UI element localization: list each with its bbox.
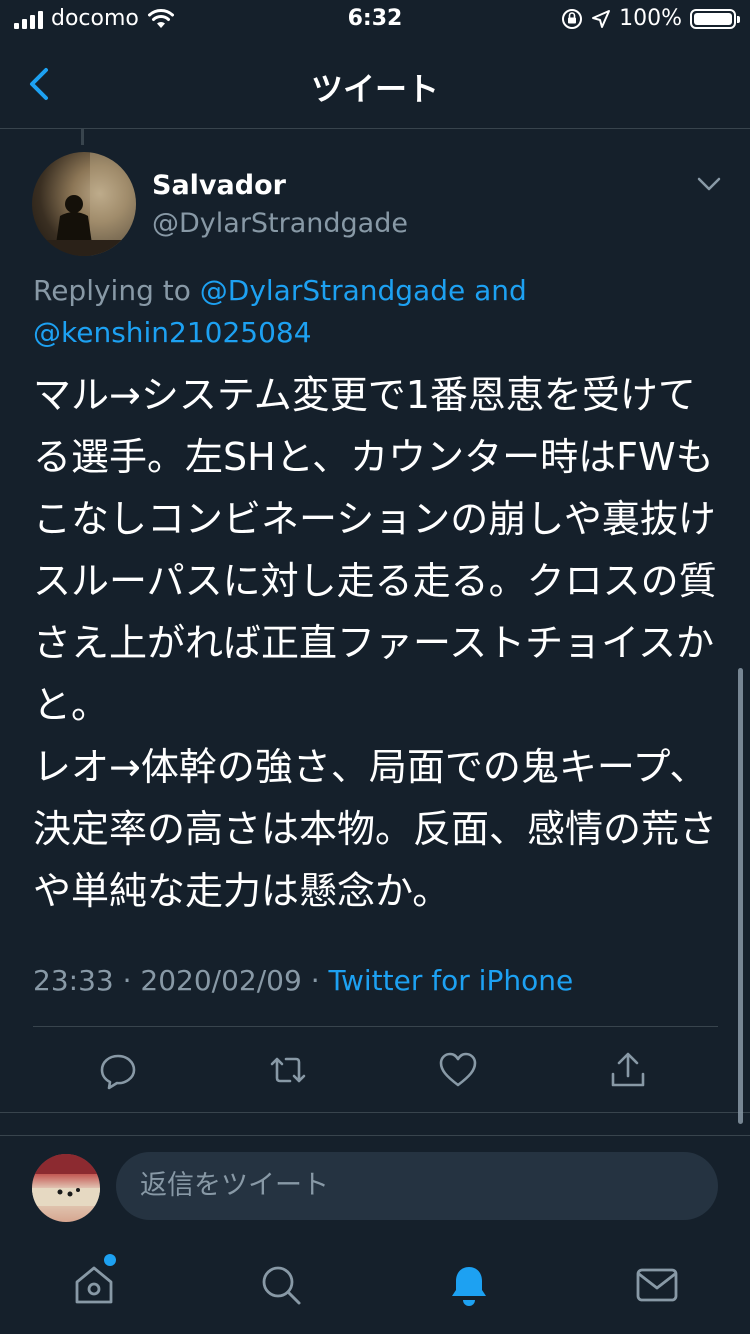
navigation-bar: ツイート bbox=[0, 40, 750, 129]
notification-dot bbox=[104, 1254, 116, 1266]
tweet-time: 23:33 bbox=[33, 964, 114, 997]
replying-to: Replying to @DylarStrandgade and @kenshi… bbox=[33, 270, 723, 354]
meta-separator: · bbox=[310, 964, 320, 997]
home-icon[interactable] bbox=[71, 1262, 117, 1308]
messages-icon[interactable] bbox=[634, 1262, 680, 1308]
search-icon[interactable] bbox=[258, 1262, 304, 1308]
reply-icon[interactable] bbox=[98, 1050, 138, 1090]
tweet-metadata: 23:33 · 2020/02/09 · Twitter for iPhone bbox=[33, 964, 573, 997]
divider bbox=[0, 1112, 750, 1113]
replying-and: and bbox=[474, 274, 527, 307]
meta-separator: · bbox=[122, 964, 132, 997]
battery-icon bbox=[690, 8, 740, 29]
status-bar: docomo 6:32 100% bbox=[0, 0, 750, 40]
status-right: 100% bbox=[561, 6, 740, 31]
location-icon bbox=[592, 9, 611, 28]
mention-link[interactable]: @kenshin21025084 bbox=[33, 316, 312, 349]
user-avatar[interactable] bbox=[32, 1154, 100, 1222]
page-title: ツイート bbox=[310, 70, 439, 108]
mention-link[interactable]: @DylarStrandgade bbox=[200, 274, 465, 307]
like-icon[interactable] bbox=[438, 1050, 478, 1090]
author-name[interactable]: Salvador bbox=[152, 170, 286, 201]
replying-prefix: Replying to bbox=[33, 274, 191, 307]
tweet-date: 2020/02/09 bbox=[140, 964, 302, 997]
chevron-down-icon[interactable] bbox=[694, 172, 724, 196]
scrollbar[interactable] bbox=[738, 668, 743, 1124]
orientation-lock-icon bbox=[562, 8, 583, 29]
notifications-icon[interactable] bbox=[446, 1262, 492, 1308]
avatar-photo bbox=[32, 152, 136, 256]
tweet-source-link[interactable]: Twitter for iPhone bbox=[329, 964, 574, 997]
battery-percent: 100% bbox=[619, 6, 682, 31]
author-avatar[interactable] bbox=[32, 152, 136, 256]
retweet-icon[interactable] bbox=[268, 1050, 308, 1090]
reply-input[interactable]: 返信をツイート bbox=[116, 1152, 718, 1220]
avatar-photo bbox=[32, 1154, 100, 1206]
thread-connector-line bbox=[81, 129, 84, 145]
divider bbox=[33, 1026, 718, 1027]
tweet-text: マル→システム変更で1番恩恵を受けてる選手。左SHと、カウンター時はFWもこなし… bbox=[33, 373, 718, 913]
reply-composer: 返信をツイート bbox=[0, 1136, 750, 1236]
author-handle[interactable]: @DylarStrandgade bbox=[152, 208, 408, 239]
share-icon[interactable] bbox=[608, 1050, 648, 1090]
tweet-actions bbox=[0, 1040, 750, 1100]
